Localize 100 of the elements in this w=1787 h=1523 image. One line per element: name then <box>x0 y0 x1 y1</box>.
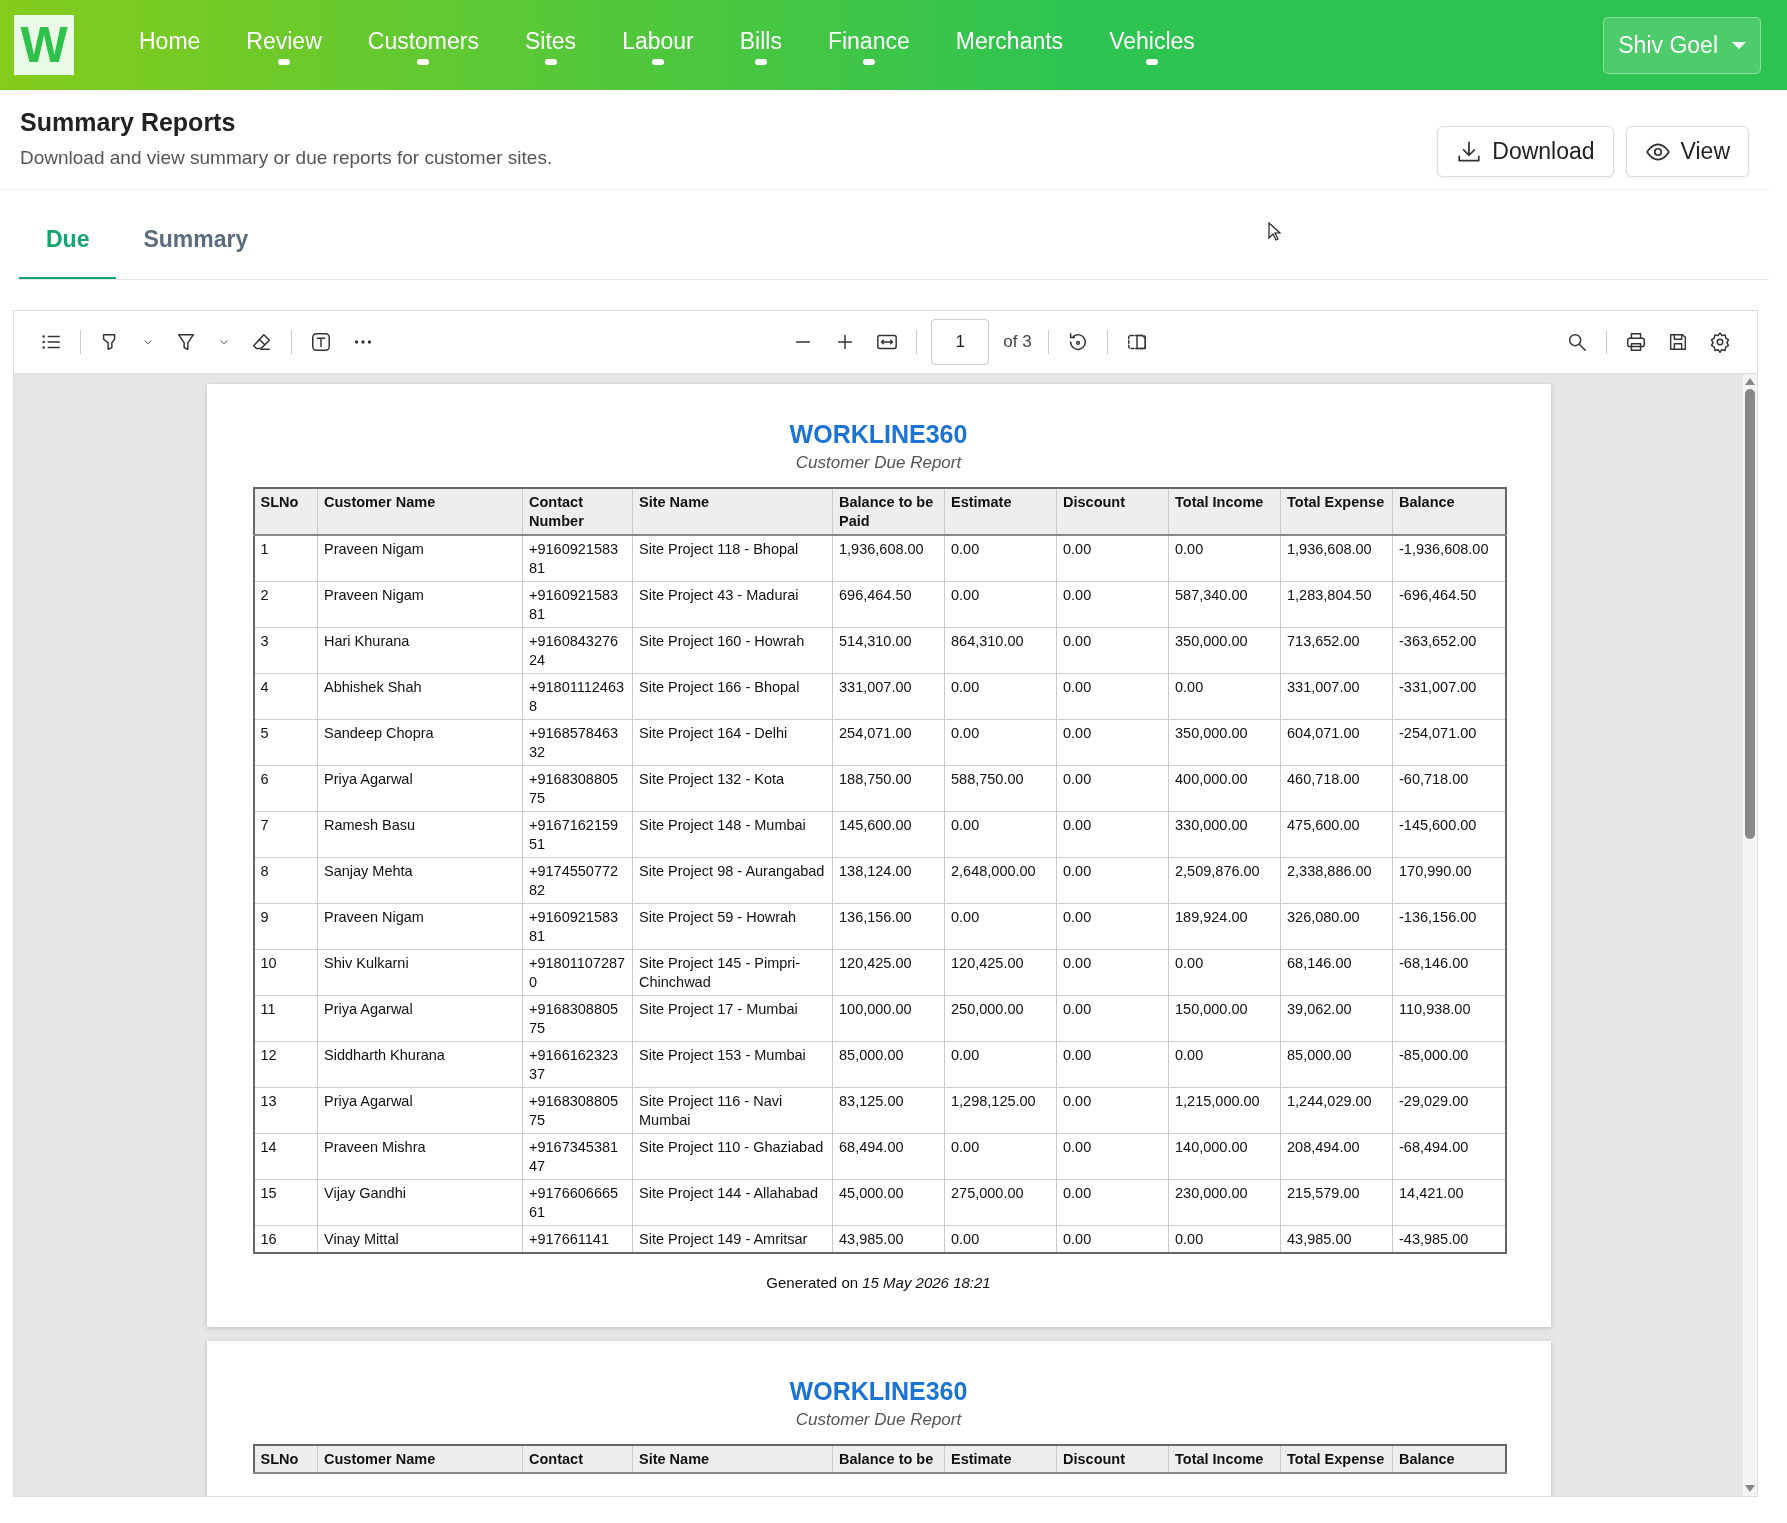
report-tab[interactable]: Summary <box>116 212 276 279</box>
nav-link[interactable]: Review <box>223 21 345 69</box>
nav-link[interactable]: Customers <box>344 21 502 69</box>
table-cell: Site Project 160 - Howrah <box>632 627 833 674</box>
app-logo[interactable]: W <box>14 15 74 75</box>
table-cell: Praveen Nigam <box>317 535 523 582</box>
nav-link[interactable]: Bills <box>716 21 805 69</box>
report-brand-title: WORKLINE360 <box>788 420 969 449</box>
print-icon[interactable] <box>1625 331 1647 353</box>
table-cell: 0.00 <box>944 903 1057 950</box>
table-cell: +916084327624 <box>522 627 633 674</box>
nav-link[interactable]: Labour <box>599 21 717 69</box>
column-header: Balance to be <box>832 1445 945 1473</box>
table-cell: Site Project 145 - Pimpri-Chinchwad <box>632 949 833 996</box>
table-cell: Siddharth Khurana <box>317 1041 523 1088</box>
table-cell: 12 <box>253 1041 318 1088</box>
table-cell: 100,000.00 <box>832 995 945 1042</box>
table-cell: Site Project 17 - Mumbai <box>632 995 833 1042</box>
table-cell: Site Project 59 - Howrah <box>632 903 833 950</box>
table-cell: 460,718.00 <box>1280 765 1393 812</box>
table-cell: 1,283,804.50 <box>1280 581 1393 628</box>
table-cell: +916716215951 <box>522 811 633 858</box>
table-cell: 2,648,000.00 <box>944 857 1057 904</box>
scrollbar[interactable] <box>1743 374 1757 1496</box>
column-header: SLNo <box>253 488 318 535</box>
table-cell: 0.00 <box>1168 535 1281 582</box>
view-button[interactable]: View <box>1625 126 1749 177</box>
column-header: Estimate <box>944 1445 1057 1473</box>
table-cell: Site Project 98 - Aurangabad <box>632 857 833 904</box>
table-cell: Site Project 116 - Navi Mumbai <box>632 1087 833 1134</box>
mouse-pointer-icon <box>1268 222 1282 242</box>
column-header: Contact Number <box>522 488 633 535</box>
table-cell: +917455077282 <box>522 857 633 904</box>
column-header: Balance to be Paid <box>832 488 945 535</box>
table-cell: 1,215,000.00 <box>1168 1087 1281 1134</box>
table-cell: Ramesh Basu <box>317 811 523 858</box>
save-icon[interactable] <box>1667 331 1689 353</box>
table-cell: 0.00 <box>1056 581 1169 628</box>
generated-timestamp: Generated on 15 May 2026 18:21 <box>765 1274 992 1291</box>
table-cell: 326,080.00 <box>1280 903 1393 950</box>
table-cell: Site Project 43 - Madurai <box>632 581 833 628</box>
table-cell: 0.00 <box>1168 673 1281 720</box>
table-cell: 350,000.00 <box>1168 627 1281 674</box>
table-cell: +918011072870 <box>522 949 633 996</box>
table-cell: 45,000.00 <box>832 1179 945 1226</box>
table-cell: 0.00 <box>1056 673 1169 720</box>
table-cell: 0.00 <box>944 1133 1057 1180</box>
table-cell: 475,600.00 <box>1280 811 1393 858</box>
table-cell: 6 <box>253 765 318 812</box>
table-cell: 0.00 <box>1056 1041 1169 1088</box>
table-cell: 14 <box>253 1133 318 1180</box>
table-cell: 0.00 <box>1056 903 1169 950</box>
table-cell: 0.00 <box>944 535 1057 582</box>
table-cell: 0.00 <box>1056 1133 1169 1180</box>
text-box-icon[interactable] <box>310 331 332 353</box>
nav-link[interactable]: Sites <box>502 21 600 69</box>
nav-link[interactable]: Vehicles <box>1086 21 1218 69</box>
column-header: Customer Name <box>317 1445 523 1473</box>
table-cell: 1,936,608.00 <box>832 535 945 582</box>
table-cell: 254,071.00 <box>832 719 945 766</box>
table-cell: +916830880575 <box>522 765 633 812</box>
nav-link[interactable]: Finance <box>804 21 933 69</box>
table-cell: 85,000.00 <box>832 1041 945 1088</box>
table-cell: 5 <box>253 719 318 766</box>
table-cell: 120,425.00 <box>832 949 945 996</box>
table-cell: 120,425.00 <box>944 949 1057 996</box>
table-cell: 4 <box>253 673 318 720</box>
report-tab[interactable]: Due <box>19 212 117 279</box>
table-cell: 9 <box>253 903 318 950</box>
table-cell: 0.00 <box>1056 949 1169 996</box>
settings-icon[interactable] <box>1709 331 1731 353</box>
table-cell: 331,007.00 <box>832 673 945 720</box>
table-cell: +916092158381 <box>522 903 633 950</box>
table-cell: 0.00 <box>1056 995 1169 1042</box>
table-cell: 0.00 <box>944 719 1057 766</box>
search-icon[interactable] <box>1566 331 1588 353</box>
table-cell: Priya Agarwal <box>317 995 523 1042</box>
table-cell: 0.00 <box>1168 949 1281 996</box>
eraser-icon[interactable] <box>251 331 273 353</box>
page-number-field[interactable]: 1 <box>931 319 990 365</box>
table-cell: 3 <box>253 627 318 674</box>
table-cell: 350,000.00 <box>1168 719 1281 766</box>
table-cell: 330,000.00 <box>1168 811 1281 858</box>
table-cell: Vijay Gandhi <box>317 1179 523 1226</box>
nav-link[interactable]: Home <box>116 21 224 69</box>
table-cell: Abhishek Shah <box>317 673 523 720</box>
user-menu-button[interactable]: Shiv Goel <box>1603 16 1761 74</box>
table-cell: 400,000.00 <box>1168 765 1281 812</box>
table-cell: Sandeep Chopra <box>317 719 523 766</box>
table-cell: Praveen Nigam <box>317 903 523 950</box>
table-cell: Hari Khurana <box>317 627 523 674</box>
table-cell: 2 <box>253 581 318 628</box>
table-cell: +917660666561 <box>522 1179 633 1226</box>
page-count: of 3 <box>1003 332 1032 352</box>
table-cell: 1,936,608.00 <box>1280 535 1393 582</box>
table-cell: Shiv Kulkarni <box>317 949 523 996</box>
column-header: Customer Name <box>317 488 523 535</box>
nav-link[interactable]: Merchants <box>932 21 1087 69</box>
download-button[interactable]: Download <box>1437 126 1614 177</box>
table-cell: 1,244,029.00 <box>1280 1087 1393 1134</box>
